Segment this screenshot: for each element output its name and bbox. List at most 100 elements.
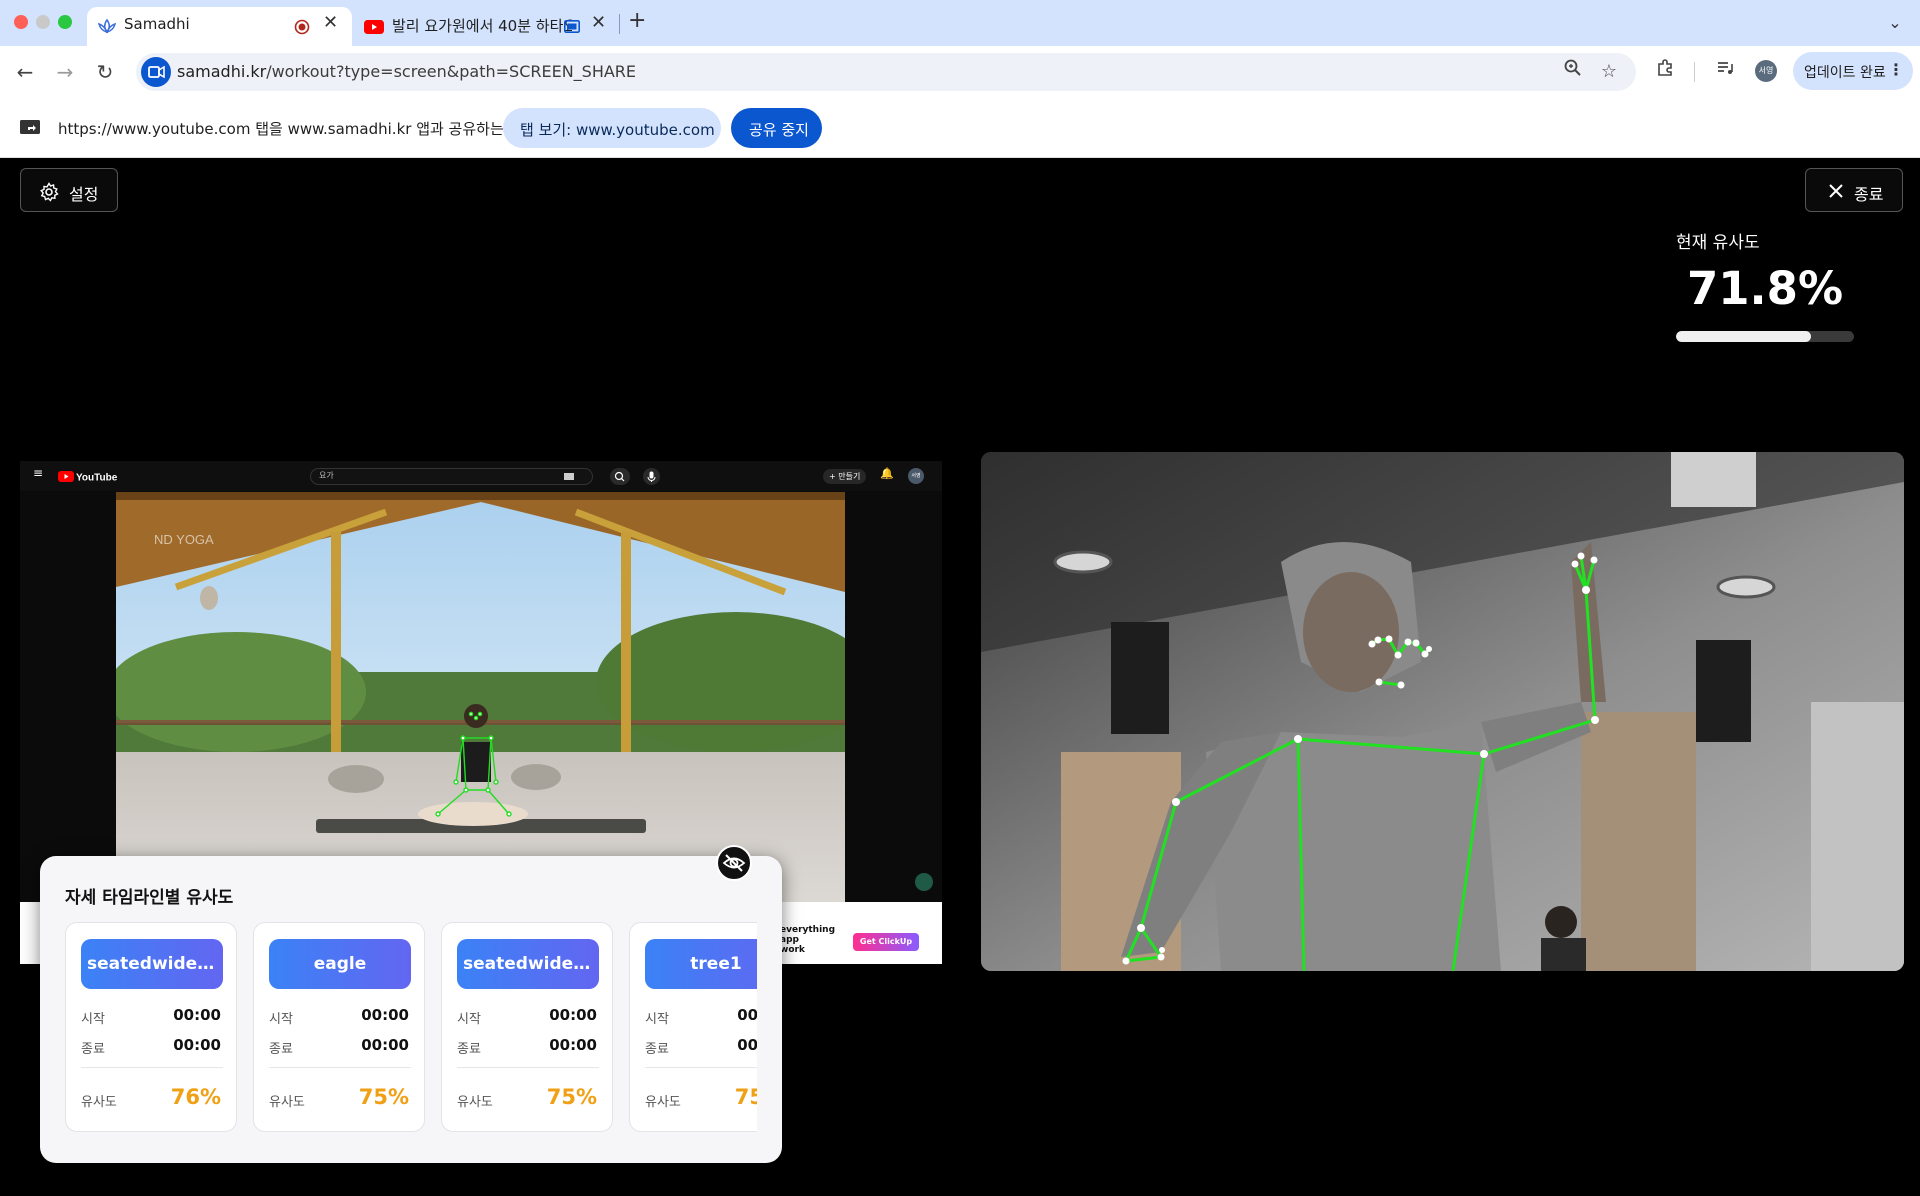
youtube-search-input: 요가 — [310, 468, 593, 485]
stop-sharing-button[interactable]: 공유 중지 — [731, 108, 822, 148]
exit-button[interactable]: 종료 — [1805, 168, 1903, 212]
tab-title: Samadhi — [124, 15, 190, 33]
tab-separator — [619, 14, 620, 34]
svg-text:YouTube: YouTube — [76, 473, 118, 484]
hide-panel-button[interactable] — [716, 845, 752, 881]
url-text: samadhi.kr/workout?type=screen&path=SCRE… — [177, 62, 636, 81]
start-label: 시작 — [645, 1012, 669, 1027]
end-label: 종료 — [269, 1042, 293, 1057]
tab-samadhi[interactable]: Samadhi ✕ — [87, 7, 352, 46]
create-button: + 만들기 — [823, 469, 867, 484]
gear-icon — [40, 182, 59, 202]
pose-card-list[interactable]: seatedwidel... 시작 00:00 종료 00:00 유사도 76%… — [65, 922, 757, 1132]
youtube-avatar: 서영 — [908, 468, 924, 484]
update-button[interactable]: 업데이트 완료 ⋮ — [1793, 52, 1913, 90]
end-label: 종료 — [457, 1042, 481, 1057]
cast-screen-icon — [20, 120, 40, 134]
settings-button[interactable]: 설정 — [20, 168, 118, 212]
screen-share-indicator-icon[interactable] — [141, 57, 171, 87]
recording-icon — [294, 19, 310, 35]
similarity-label: 유사도 — [645, 1095, 681, 1110]
similarity-progress-bar — [1676, 331, 1854, 342]
samadhi-lotus-icon — [98, 18, 116, 34]
forward-button[interactable]: → — [49, 56, 81, 88]
card-divider — [269, 1067, 411, 1068]
tab-title: 발리 요가원에서 40분 하타요가 — [392, 17, 572, 35]
end-time: 00:00 — [549, 1036, 597, 1054]
mic-icon — [643, 468, 660, 485]
star-icon[interactable]: ☆ — [1593, 56, 1625, 88]
window-minimize-button[interactable] — [36, 15, 50, 29]
profile-avatar[interactable]: 서영 — [1755, 60, 1777, 82]
svg-text:ND YOGA: ND YOGA — [154, 532, 214, 547]
extension-icon[interactable] — [1649, 56, 1681, 88]
card-divider — [645, 1067, 757, 1068]
keyboard-icon — [564, 473, 574, 480]
window-zoom-button[interactable] — [58, 15, 72, 29]
webcam-feed — [981, 452, 1904, 971]
pose-timeline-panel: 자세 타임라인별 유사도 seatedwidel... 시작 00:00 종료 … — [40, 856, 782, 1163]
youtube-icon — [364, 20, 384, 34]
pose-name: tree1 — [645, 939, 757, 989]
close-tab-button[interactable]: ✕ — [323, 13, 338, 33]
view-shared-tab-button[interactable]: 탭 보기: www.youtube.com — [503, 108, 721, 148]
ad-text: everything app work — [780, 925, 836, 955]
window-close-button[interactable] — [14, 15, 28, 29]
pose-name: eagle — [269, 939, 411, 989]
pose-name: seatedwidel... — [81, 939, 223, 989]
ad-cta-button: Get ClickUp — [853, 933, 919, 951]
start-label: 시작 — [81, 1012, 105, 1027]
new-tab-button[interactable]: + — [628, 8, 646, 33]
start-time: 00:00 — [737, 1006, 757, 1024]
start-label: 시작 — [457, 1012, 481, 1027]
youtube-header: ≡ YouTube 요가 + 만들기 🔔 서영 — [20, 461, 942, 491]
end-label: 종료 — [645, 1042, 669, 1057]
close-icon — [1829, 184, 1843, 198]
menu-icon: ≡ — [33, 466, 44, 480]
url-host: samadhi.kr — [177, 62, 267, 81]
browser-toolbar: ← → ↻ samadhi.kr/workout?type=screen&pat… — [0, 46, 1920, 98]
end-time: 00:00 — [361, 1036, 409, 1054]
browser-tabbar: Samadhi ✕ 발리 요가원에서 40분 하타요가 ✕ + ⌄ — [0, 0, 1920, 46]
similarity-percent: 76% — [170, 1085, 221, 1109]
timeline-title: 자세 타임라인별 유사도 — [65, 888, 234, 908]
sharing-message: https://www.youtube.com 탭을 www.samadhi.k… — [58, 120, 523, 138]
pose-card[interactable]: tree1 시작 00:00 종료 00:00 유사도 75% — [629, 922, 757, 1132]
stop-sharing-label: 공유 중지 — [749, 121, 809, 139]
tab-search-button[interactable]: ⌄ — [1880, 8, 1910, 38]
similarity-percent: 75% — [734, 1085, 757, 1109]
zoom-icon[interactable] — [1557, 56, 1589, 88]
end-time: 00:00 — [173, 1036, 221, 1054]
reload-button[interactable]: ↻ — [89, 56, 121, 88]
eye-off-icon — [722, 854, 746, 872]
similarity-label: 유사도 — [269, 1095, 305, 1110]
end-label: 종료 — [81, 1042, 105, 1057]
back-button[interactable]: ← — [9, 56, 41, 88]
more-menu-icon: ⋮ — [1888, 60, 1904, 79]
clickup-ad: everything app work Get ClickUp — [778, 921, 942, 963]
card-divider — [457, 1067, 599, 1068]
card-divider — [81, 1067, 223, 1068]
close-tab-button[interactable]: ✕ — [591, 13, 606, 33]
ad-badge-icon — [915, 873, 933, 891]
media-icon[interactable] — [1709, 56, 1741, 88]
start-label: 시작 — [269, 1012, 293, 1027]
update-label: 업데이트 완료 — [1804, 65, 1886, 81]
pose-card[interactable]: eagle 시작 00:00 종료 00:00 유사도 75% — [253, 922, 425, 1132]
tab-sharing-infobar: https://www.youtube.com 탭을 www.samadhi.k… — [0, 98, 1920, 158]
pose-card[interactable]: seatedwidel... 시작 00:00 종료 00:00 유사도 75% — [441, 922, 613, 1132]
youtube-logo: YouTube — [58, 471, 118, 484]
address-bar[interactable]: samadhi.kr/workout?type=screen&path=SCRE… — [136, 53, 1636, 91]
end-time: 00:00 — [737, 1036, 757, 1054]
exit-label: 종료 — [1854, 185, 1884, 204]
tab-youtube[interactable]: 발리 요가원에서 40분 하타요가 ✕ — [355, 7, 620, 46]
pose-card[interactable]: seatedwidel... 시작 00:00 종료 00:00 유사도 76% — [65, 922, 237, 1132]
search-query: 요가 — [319, 471, 334, 480]
yoga-video-frame: ND YOGA — [116, 492, 845, 902]
current-similarity-label: 현재 유사도 — [1676, 233, 1760, 253]
similarity-percent: 75% — [546, 1085, 597, 1109]
url-path: /workout?type=screen&path=SCREEN_SHARE — [266, 62, 637, 81]
back-icon: ← — [16, 60, 34, 84]
similarity-label: 유사도 — [457, 1095, 493, 1110]
forward-icon: → — [56, 60, 74, 84]
